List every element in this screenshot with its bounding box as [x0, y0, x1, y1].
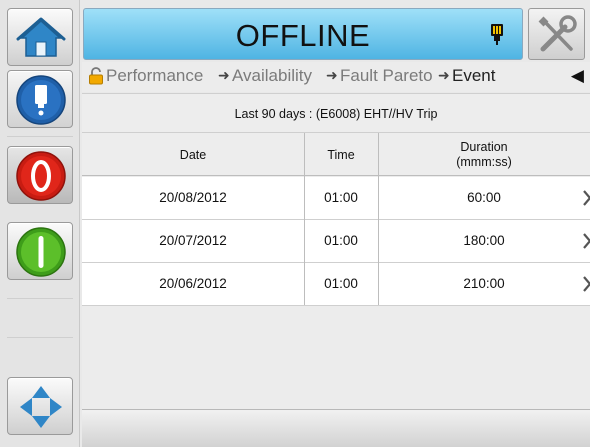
left-button-column [0, 0, 80, 447]
breadcrumb-fault-pareto[interactable]: Fault Pareto [340, 66, 433, 86]
printhead-info-icon [16, 75, 66, 125]
separator [7, 298, 73, 299]
back-arrow-icon[interactable]: ◀ [571, 66, 584, 86]
printer-status-bar[interactable]: OFFLINE [83, 8, 523, 60]
chevron-right-icon [583, 190, 590, 206]
tools-button[interactable] [528, 8, 585, 60]
separator [7, 337, 73, 338]
column-divider [304, 133, 305, 305]
breadcrumb-availability[interactable]: Availability [232, 66, 312, 86]
cell-date: 20/08/2012 [159, 190, 227, 205]
stop-button[interactable] [7, 146, 73, 204]
navigation-button[interactable] [7, 377, 73, 435]
table-row[interactable]: 20/08/2012 01:00 60:00 [82, 177, 590, 220]
event-report-panel: Last 90 days : (E6008) EHT//HV Trip Date… [82, 93, 590, 409]
chevron-right-icon [583, 233, 590, 249]
separator [7, 136, 73, 137]
cell-time: 01:00 [324, 190, 358, 205]
table-header: Date Time Duration (mmm:ss) [82, 133, 590, 176]
breadcrumb: Performance ➜ Availability ➜ Fault Paret… [82, 62, 590, 92]
cell-time: 01:00 [324, 276, 358, 291]
column-header-duration[interactable]: Duration (mmm:ss) [378, 133, 590, 176]
column-header-date[interactable]: Date [82, 133, 304, 176]
cell-duration: 180:00 [463, 233, 505, 248]
home-button[interactable] [7, 8, 73, 66]
breadcrumb-performance[interactable]: Performance [106, 66, 203, 86]
start-button[interactable] [7, 222, 73, 280]
breadcrumb-separator: ➜ [218, 67, 230, 83]
home-icon [16, 17, 66, 57]
printer-info-button[interactable] [7, 70, 73, 128]
table-row[interactable]: 20/07/2012 01:00 180:00 [82, 220, 590, 263]
report-subtitle: Last 90 days : (E6008) EHT//HV Trip [82, 93, 590, 133]
breadcrumb-separator: ➜ [326, 67, 338, 83]
printer-status-text: OFFLINE [235, 18, 371, 53]
stop-icon [16, 151, 66, 201]
start-icon [16, 227, 66, 277]
table-row[interactable]: 20/06/2012 01:00 210:00 [82, 263, 590, 306]
printhead-status-icon [491, 24, 503, 45]
column-divider [378, 133, 379, 305]
cell-duration: 60:00 [467, 190, 501, 205]
navigation-arrows-icon [20, 386, 62, 428]
tools-icon [538, 15, 577, 52]
cell-time: 01:00 [324, 233, 358, 248]
chevron-right-icon [583, 276, 590, 292]
breadcrumb-event: Event [452, 66, 496, 85]
cell-duration: 210:00 [463, 276, 505, 291]
cell-date: 20/07/2012 [159, 233, 227, 248]
lock-icon [89, 67, 103, 85]
breadcrumb-separator: ➜ [438, 67, 450, 83]
column-header-time[interactable]: Time [304, 133, 378, 176]
bottom-bar [82, 409, 590, 447]
cell-date: 20/06/2012 [159, 276, 227, 291]
